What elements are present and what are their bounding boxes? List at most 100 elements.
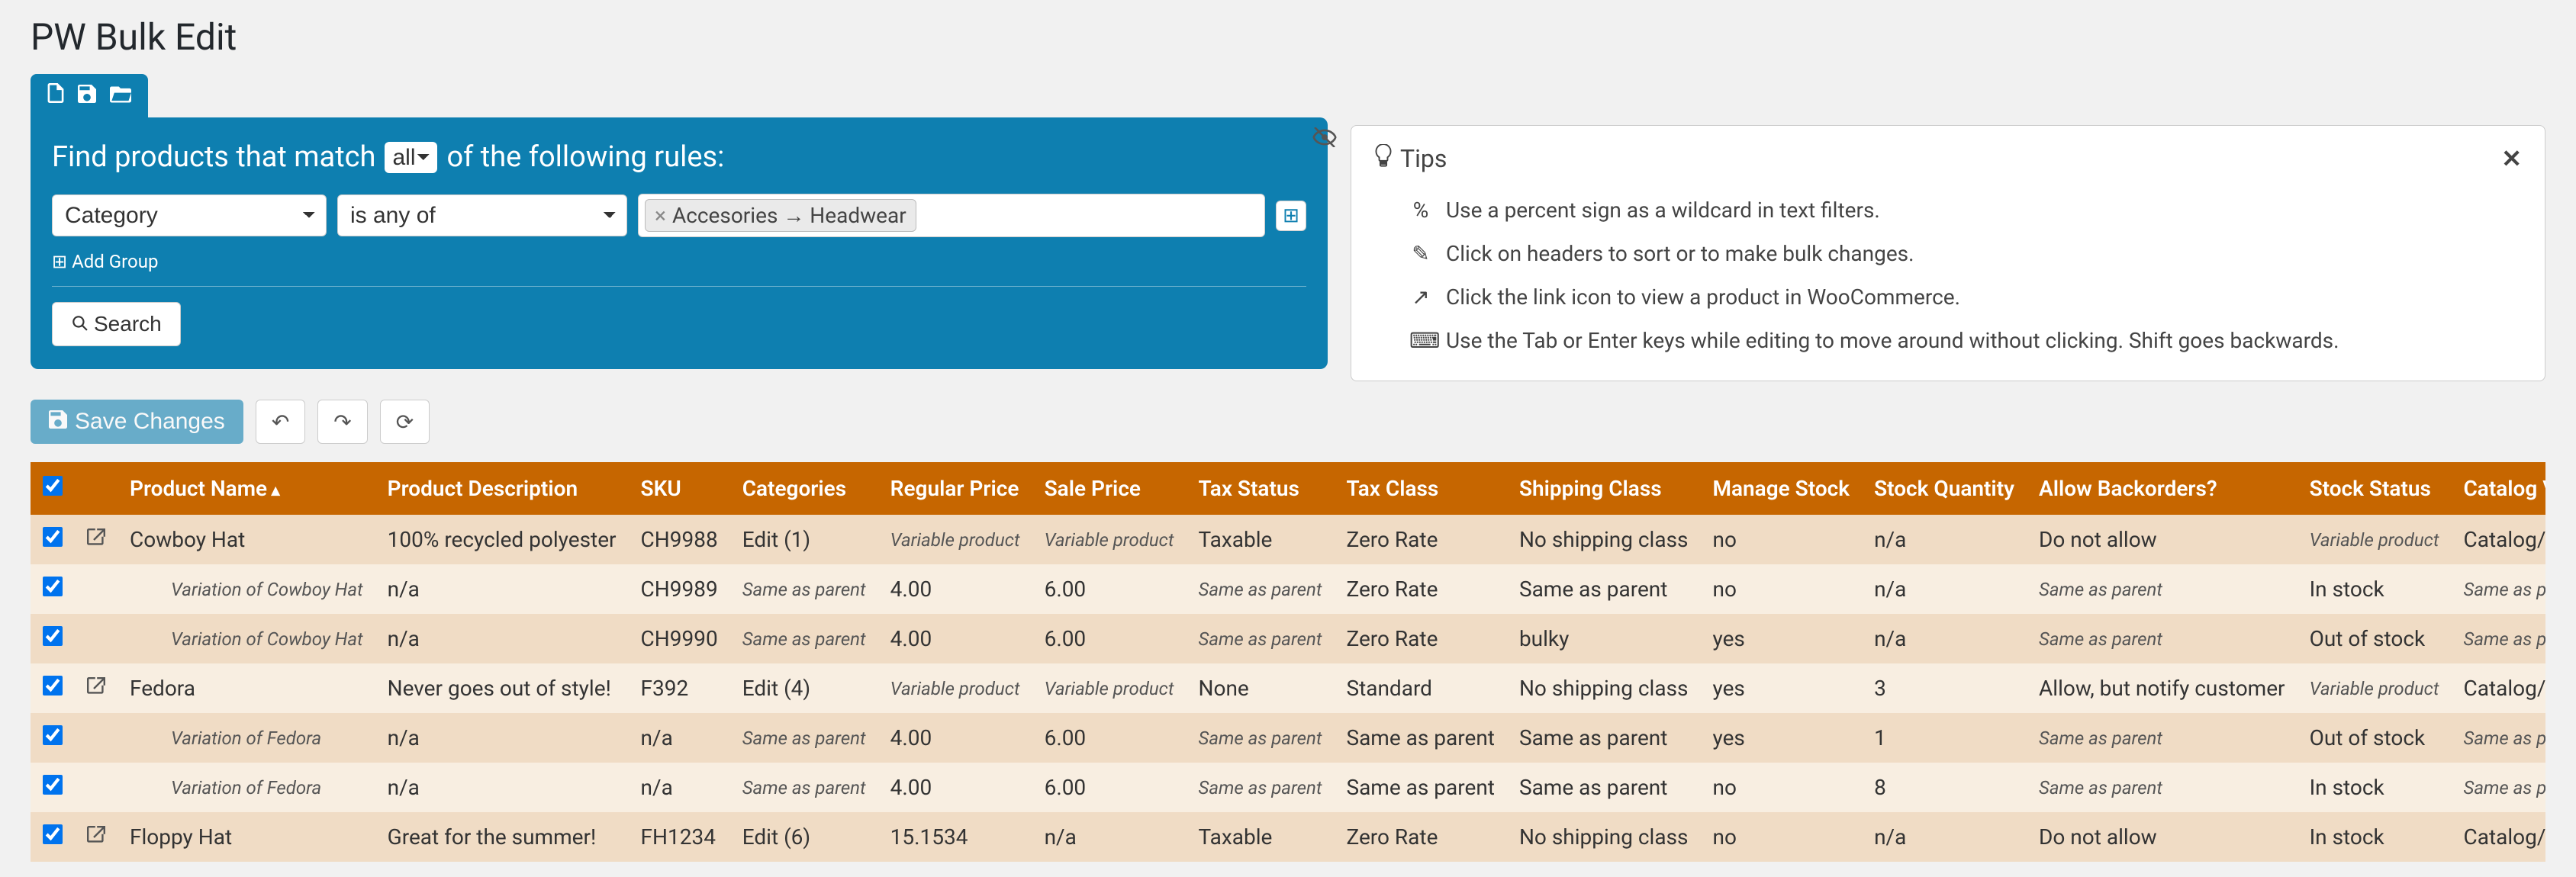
cell-desc[interactable]: n/a xyxy=(375,564,629,614)
cell-stock_status[interactable]: Out of stock xyxy=(2297,713,2452,763)
column-header[interactable]: Sale Price xyxy=(1032,462,1187,515)
cell-stock_qty[interactable]: 1 xyxy=(1862,713,2027,763)
cell-name[interactable]: Variation of Cowboy Hat xyxy=(118,564,375,614)
cell-stock_status[interactable]: In stock xyxy=(2297,763,2452,812)
add-filter-button[interactable]: ⊞ xyxy=(1276,201,1306,231)
filter-operator-select[interactable]: is any of xyxy=(337,194,627,236)
cell-shipping[interactable]: No shipping class xyxy=(1507,812,1701,862)
row-checkbox[interactable] xyxy=(43,824,63,844)
cell-tax_class[interactable]: Zero Rate xyxy=(1334,564,1506,614)
cell-desc[interactable]: n/a xyxy=(375,614,629,663)
cell-categories[interactable]: Edit (6) xyxy=(730,812,878,862)
cell-reg_price[interactable]: 4.00 xyxy=(878,713,1032,763)
external-link-icon[interactable] xyxy=(87,824,105,850)
cell-sku[interactable]: F392 xyxy=(629,663,730,713)
cell-reg_price[interactable]: Variable product xyxy=(878,663,1032,713)
cell-sku[interactable]: n/a xyxy=(629,763,730,812)
cell-stock_status[interactable]: Out of stock xyxy=(2297,614,2452,663)
save-changes-button[interactable]: Save Changes xyxy=(31,400,243,444)
cell-manage_stock[interactable]: yes xyxy=(1701,663,1863,713)
cell-backorders[interactable]: Do not allow xyxy=(2027,812,2297,862)
cell-manage_stock[interactable]: no xyxy=(1701,515,1863,564)
cell-backorders[interactable]: Same as parent xyxy=(2027,614,2297,663)
cell-manage_stock[interactable]: no xyxy=(1701,763,1863,812)
new-filter-icon[interactable] xyxy=(47,83,64,108)
cell-sku[interactable]: n/a xyxy=(629,713,730,763)
cell-sku[interactable]: CH9990 xyxy=(629,614,730,663)
column-header[interactable]: Tax Status xyxy=(1187,462,1335,515)
external-link-icon[interactable] xyxy=(87,676,105,701)
cell-reg_price[interactable]: 15.1534 xyxy=(878,812,1032,862)
filter-value-input[interactable]: × Accesories → Headwear xyxy=(638,194,1265,237)
cell-desc[interactable]: 100% recycled polyester xyxy=(375,515,629,564)
cell-tax_class[interactable]: Same as parent xyxy=(1334,713,1506,763)
cell-catalog[interactable]: Catalog/se xyxy=(2451,812,2545,862)
cell-categories[interactable]: Same as parent xyxy=(730,713,878,763)
cell-sale_price[interactable]: n/a xyxy=(1032,812,1187,862)
column-header[interactable]: Stock Quantity xyxy=(1862,462,2027,515)
column-header[interactable] xyxy=(75,462,118,515)
refresh-button[interactable]: ⟳ xyxy=(380,400,430,444)
cell-categories[interactable]: Same as parent xyxy=(730,614,878,663)
cell-manage_stock[interactable]: no xyxy=(1701,564,1863,614)
search-button[interactable]: Search xyxy=(52,302,181,346)
cell-sale_price[interactable]: Variable product xyxy=(1032,515,1187,564)
cell-shipping[interactable]: No shipping class xyxy=(1507,515,1701,564)
column-header[interactable]: Stock Status xyxy=(2297,462,2452,515)
cell-sale_price[interactable]: 6.00 xyxy=(1032,564,1187,614)
cell-backorders[interactable]: Same as parent xyxy=(2027,564,2297,614)
cell-categories[interactable]: Edit (1) xyxy=(730,515,878,564)
row-checkbox[interactable] xyxy=(43,577,63,596)
column-header[interactable]: Tax Class xyxy=(1334,462,1506,515)
cell-shipping[interactable]: Same as parent xyxy=(1507,564,1701,614)
cell-categories[interactable]: Edit (4) xyxy=(730,663,878,713)
cell-sku[interactable]: FH1234 xyxy=(629,812,730,862)
cell-shipping[interactable]: bulky xyxy=(1507,614,1701,663)
cell-tax_class[interactable]: Standard xyxy=(1334,663,1506,713)
cell-desc[interactable]: n/a xyxy=(375,713,629,763)
cell-manage_stock[interactable]: yes xyxy=(1701,614,1863,663)
cell-stock_status[interactable]: In stock xyxy=(2297,812,2452,862)
cell-backorders[interactable]: Allow, but notify customer xyxy=(2027,663,2297,713)
cell-manage_stock[interactable]: no xyxy=(1701,812,1863,862)
select-all-checkbox[interactable] xyxy=(43,476,63,496)
open-filter-icon[interactable] xyxy=(110,83,131,108)
cell-stock_status[interactable]: In stock xyxy=(2297,564,2452,614)
cell-shipping[interactable]: No shipping class xyxy=(1507,663,1701,713)
cell-name[interactable]: Fedora xyxy=(118,663,375,713)
match-mode-select[interactable]: all xyxy=(385,142,437,173)
column-header[interactable]: Categories xyxy=(730,462,878,515)
cell-catalog[interactable]: Same as paren xyxy=(2451,713,2545,763)
cell-name[interactable]: Variation of Fedora xyxy=(118,763,375,812)
cell-stock_qty[interactable]: n/a xyxy=(1862,614,2027,663)
cell-tax_status[interactable]: Same as parent xyxy=(1187,614,1335,663)
cell-catalog[interactable]: Catalog/se xyxy=(2451,515,2545,564)
column-header[interactable]: SKU xyxy=(629,462,730,515)
external-link-icon[interactable] xyxy=(87,527,105,552)
cell-stock_qty[interactable]: n/a xyxy=(1862,564,2027,614)
cell-desc[interactable]: n/a xyxy=(375,763,629,812)
column-header[interactable]: Catalog Vis xyxy=(2451,462,2545,515)
cell-sale_price[interactable]: 6.00 xyxy=(1032,713,1187,763)
row-checkbox[interactable] xyxy=(43,775,63,795)
column-header[interactable] xyxy=(31,462,75,515)
cell-backorders[interactable]: Same as parent xyxy=(2027,763,2297,812)
row-checkbox[interactable] xyxy=(43,527,63,547)
cell-backorders[interactable]: Same as parent xyxy=(2027,713,2297,763)
cell-stock_status[interactable]: Variable product xyxy=(2297,515,2452,564)
cell-reg_price[interactable]: 4.00 xyxy=(878,763,1032,812)
row-checkbox[interactable] xyxy=(43,676,63,695)
column-header[interactable]: Regular Price xyxy=(878,462,1032,515)
cell-desc[interactable]: Never goes out of style! xyxy=(375,663,629,713)
cell-name[interactable]: Cowboy Hat xyxy=(118,515,375,564)
cell-stock_qty[interactable]: 3 xyxy=(1862,663,2027,713)
cell-reg_price[interactable]: 4.00 xyxy=(878,564,1032,614)
cell-catalog[interactable]: Same as paren xyxy=(2451,564,2545,614)
cell-stock_qty[interactable]: n/a xyxy=(1862,812,2027,862)
cell-stock_qty[interactable]: n/a xyxy=(1862,515,2027,564)
cell-tax_status[interactable]: Same as parent xyxy=(1187,763,1335,812)
filter-field-select[interactable]: Category xyxy=(52,194,327,236)
cell-name[interactable]: Variation of Cowboy Hat xyxy=(118,614,375,663)
cell-tax_status[interactable]: Same as parent xyxy=(1187,564,1335,614)
row-checkbox[interactable] xyxy=(43,626,63,646)
